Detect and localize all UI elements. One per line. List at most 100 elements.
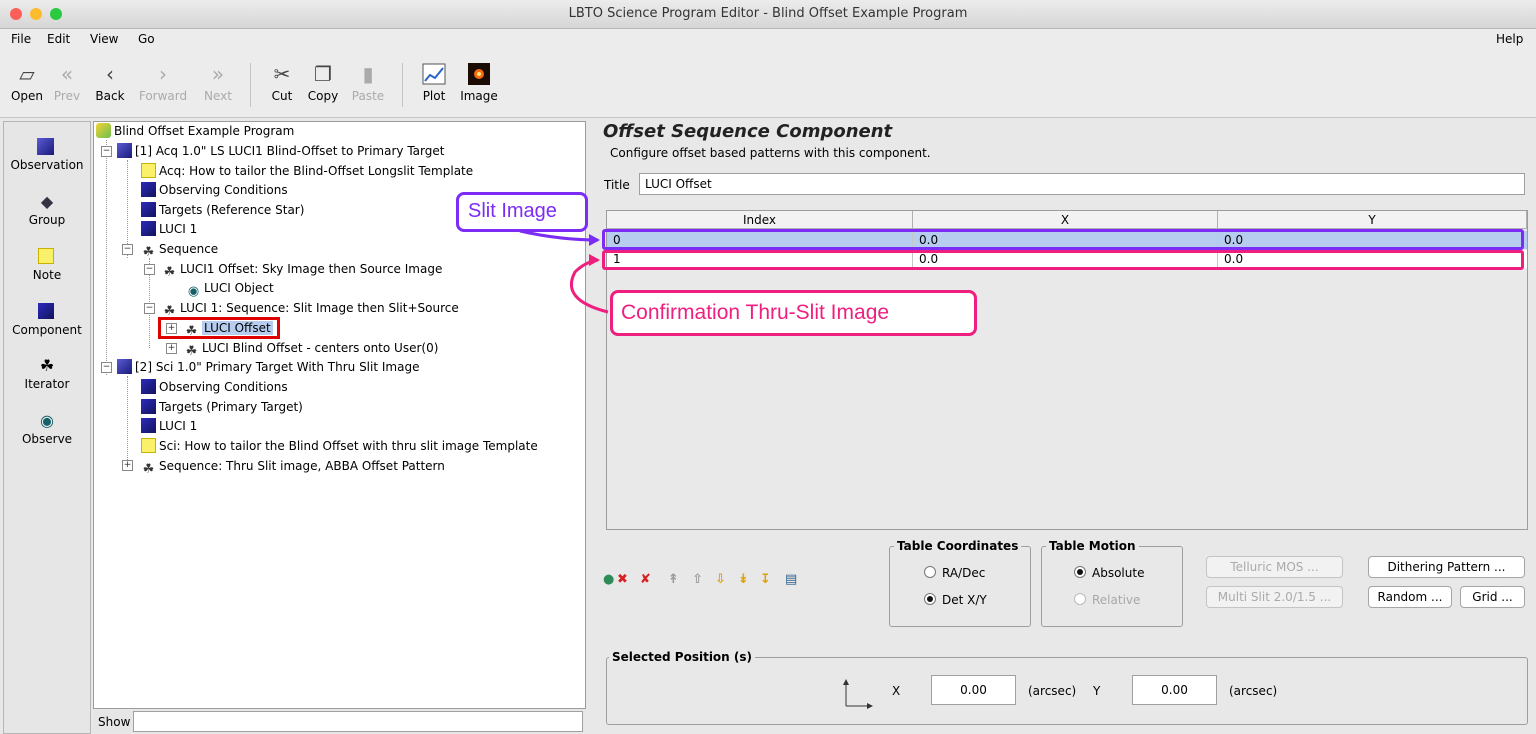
- tree-node-program[interactable]: Blind Offset Example Program: [96, 122, 294, 140]
- forward-button[interactable]: › Forward: [136, 59, 190, 103]
- collapse-toggle[interactable]: −: [144, 264, 155, 275]
- x-unit: (arcsec): [1028, 684, 1077, 698]
- component-icon: [141, 418, 156, 433]
- tree-node-label: Targets (Primary Target): [159, 400, 303, 414]
- tree-node-label: [1] Acq 1.0" LS LUCI1 Blind-Offset to Pr…: [135, 144, 445, 158]
- move-to-top-icon[interactable]: ↟: [668, 572, 679, 587]
- observation-icon: [117, 359, 132, 374]
- palette-observe-label: Observe: [21, 432, 73, 446]
- tree-node-luci-object[interactable]: ◉ LUCI Object: [186, 279, 274, 299]
- menu-go[interactable]: Go: [138, 32, 155, 46]
- tree-node-luci1[interactable]: LUCI 1: [141, 220, 197, 238]
- tree-node-targets[interactable]: Targets (Primary Target): [141, 398, 303, 416]
- collapse-toggle[interactable]: −: [122, 244, 133, 255]
- tree-node-luci1[interactable]: LUCI 1: [141, 417, 197, 435]
- tree-node-targets[interactable]: Targets (Reference Star): [141, 201, 304, 219]
- delete-row-icon[interactable]: ✖: [617, 572, 628, 587]
- tree-node-luci-blind-offset[interactable]: ☘ LUCI Blind Offset - centers onto User(0…: [184, 339, 439, 359]
- component-icon: [141, 182, 156, 197]
- column-header-y[interactable]: Y: [1218, 211, 1527, 229]
- palette-iterator[interactable]: ☘ Iterator: [4, 353, 90, 392]
- title-label: Title: [604, 178, 630, 192]
- tree-node-observation-1[interactable]: [1] Acq 1.0" LS LUCI1 Blind-Offset to Pr…: [117, 142, 444, 160]
- tree-node-sequence[interactable]: ☘ Sequence: [141, 240, 219, 260]
- move-up-icon[interactable]: ⇧: [692, 572, 703, 587]
- radio-absolute[interactable]: Absolute: [1074, 566, 1144, 580]
- collapse-toggle[interactable]: −: [101, 146, 112, 157]
- menu-file[interactable]: File: [11, 32, 31, 46]
- x-position-input[interactable]: 0.00: [931, 675, 1016, 705]
- tree-node-label: Sequence: Thru Slit image, ABBA Offset P…: [159, 459, 445, 473]
- back-button[interactable]: ‹ Back: [83, 59, 137, 103]
- tree-node-label: LUCI 1: [159, 222, 198, 236]
- export-icon[interactable]: ▤: [785, 572, 797, 587]
- paste-label: Paste: [351, 89, 385, 103]
- palette-observation[interactable]: Observation: [4, 134, 90, 172]
- annotation-confirmation-row-box: [602, 250, 1524, 270]
- column-header-x[interactable]: X: [913, 211, 1218, 229]
- collapse-toggle[interactable]: −: [144, 303, 155, 314]
- tree-node-note[interactable]: Sci: How to tailor the Blind Offset with…: [141, 437, 538, 455]
- observation-icon: [4, 134, 90, 158]
- tree-node-label: Sequence: [159, 242, 219, 256]
- radio-det-xy[interactable]: Det X/Y: [924, 593, 987, 607]
- show-input[interactable]: [133, 711, 583, 732]
- y-position-input[interactable]: 0.00: [1132, 675, 1217, 705]
- palette-observe[interactable]: ◉ Observe: [4, 408, 90, 447]
- menu-view[interactable]: View: [90, 32, 118, 46]
- paste-button[interactable]: ▮ Paste: [341, 59, 395, 103]
- window-title-bar: LBTO Science Program Editor - Blind Offs…: [0, 0, 1536, 29]
- menu-edit[interactable]: Edit: [47, 32, 70, 46]
- annotation-confirmation-text: Confirmation Thru-Slit Image: [621, 301, 890, 324]
- next-button[interactable]: » Next: [191, 59, 245, 103]
- move-to-bottom-icon[interactable]: ↡: [738, 572, 749, 587]
- tree-node-label: Blind Offset Example Program: [114, 124, 295, 138]
- import-icon[interactable]: ↧: [760, 572, 771, 587]
- component-icon: [141, 399, 156, 414]
- eye-icon: ◉: [187, 284, 200, 299]
- tree-node-observing-conditions[interactable]: Observing Conditions: [141, 181, 288, 199]
- radio-relative[interactable]: Relative: [1074, 593, 1140, 607]
- selected-position-title: Selected Position (s): [609, 650, 756, 664]
- tree-node-observing-conditions[interactable]: Observing Conditions: [141, 378, 288, 396]
- toolbar-separator: [250, 63, 251, 107]
- radio-label: Relative: [1092, 593, 1141, 607]
- radio-ra-dec[interactable]: RA/Dec: [924, 566, 985, 580]
- palette-note[interactable]: Note: [4, 244, 90, 282]
- grid-button[interactable]: Grid ...: [1460, 586, 1525, 608]
- radio-label: Det X/Y: [942, 593, 987, 607]
- group-icon: ◆: [40, 191, 54, 211]
- dithering-pattern-button[interactable]: Dithering Pattern ...: [1368, 556, 1525, 578]
- tree-node-luci1-offset[interactable]: ☘ LUCI1 Offset: Sky Image then Source Ima…: [162, 260, 443, 280]
- title-input[interactable]: [639, 173, 1525, 195]
- palette-group[interactable]: ◆ Group: [4, 189, 90, 228]
- random-button[interactable]: Random ...: [1368, 586, 1452, 608]
- eye-icon: ◉: [40, 410, 54, 430]
- radio-circle-selected: [1074, 566, 1086, 578]
- multi-slit-button[interactable]: Multi Slit 2.0/1.5 ...: [1206, 586, 1343, 608]
- menu-help[interactable]: Help: [1496, 32, 1523, 46]
- expand-toggle[interactable]: +: [166, 343, 177, 354]
- expand-toggle[interactable]: +: [122, 460, 133, 471]
- annotation-slit-image: Slit Image: [456, 192, 588, 232]
- tree-node-observation-2[interactable]: [2] Sci 1.0" Primary Target With Thru Sl…: [117, 358, 419, 376]
- palette-component[interactable]: Component: [4, 299, 90, 337]
- add-row-icon[interactable]: ●: [603, 572, 614, 587]
- delete-all-rows-icon[interactable]: ✘: [640, 572, 651, 587]
- table-coordinates-group: Table Coordinates RA/Dec Det X/Y: [889, 539, 1031, 627]
- radio-circle-selected: [924, 593, 936, 605]
- telluric-mos-button[interactable]: Telluric MOS ...: [1206, 556, 1343, 578]
- sequence-icon: ☘: [163, 265, 176, 280]
- table-motion-group: Table Motion Absolute Relative: [1041, 539, 1183, 627]
- move-down-icon[interactable]: ⇩: [715, 572, 726, 587]
- palette-group-label: Group: [28, 213, 66, 227]
- image-button[interactable]: Image: [452, 59, 506, 103]
- tree-node-luci1-sequence[interactable]: ☘ LUCI 1: Sequence: Slit Image then Slit+…: [162, 299, 459, 319]
- collapse-toggle[interactable]: −: [101, 362, 112, 373]
- tree-node-sequence-abba[interactable]: ☘ Sequence: Thru Slit image, ABBA Offset …: [141, 457, 445, 477]
- palette-note-label: Note: [32, 268, 62, 282]
- column-header-index[interactable]: Index: [607, 211, 913, 229]
- image-icon: [452, 59, 506, 89]
- tree-node-note[interactable]: Acq: How to tailor the Blind-Offset Long…: [141, 162, 473, 180]
- y-unit: (arcsec): [1229, 684, 1278, 698]
